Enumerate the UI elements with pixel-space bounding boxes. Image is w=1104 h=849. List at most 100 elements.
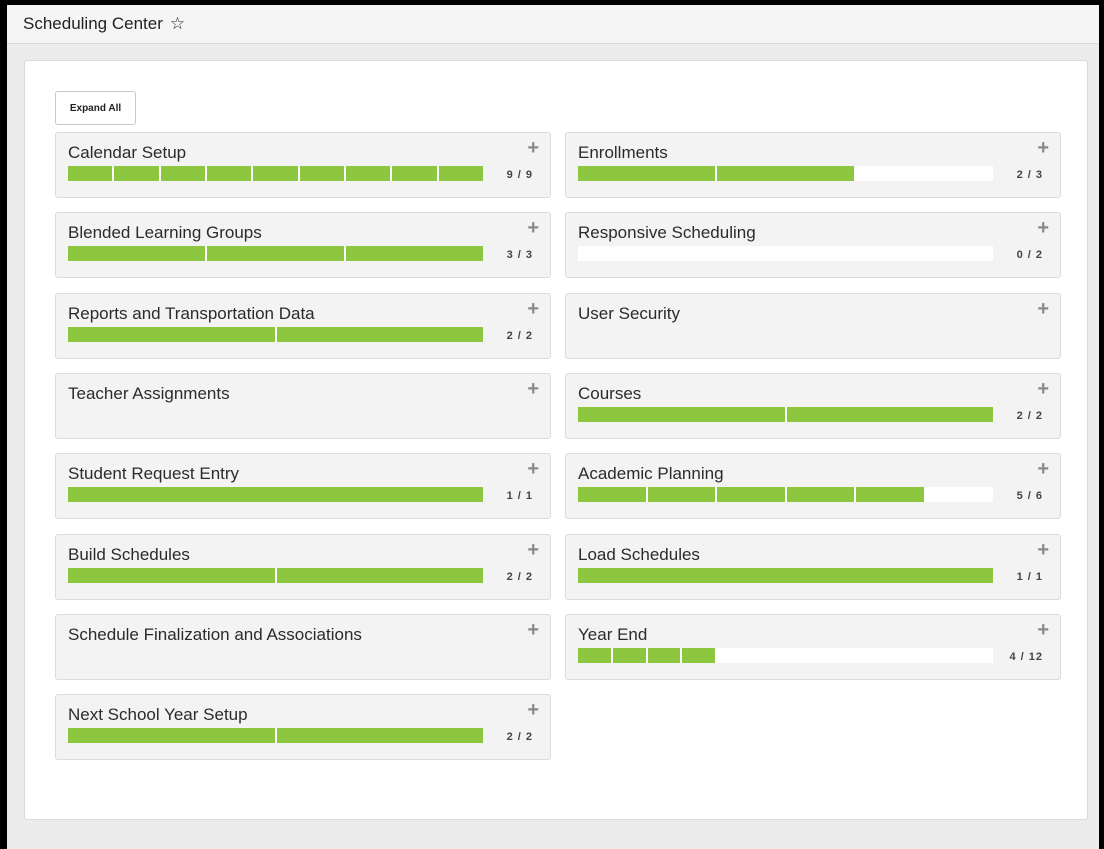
progress-segment	[343, 166, 391, 181]
progress-segment	[344, 246, 483, 261]
plus-icon[interactable]: +	[527, 619, 539, 641]
card-academic-planning[interactable]: Academic Planning +5 / 6	[565, 453, 1061, 519]
page-header: Scheduling Center ☆	[7, 5, 1099, 44]
card-title: Academic Planning	[578, 464, 724, 483]
progress-segment	[958, 648, 993, 663]
card-user-security[interactable]: User Security +	[565, 293, 1061, 359]
progress-count: 9 / 9	[506, 169, 533, 181]
card-teacher-assignments[interactable]: Teacher Assignments +	[55, 373, 551, 439]
app-window: Scheduling Center ☆ Expand All Calendar …	[0, 0, 1104, 849]
progress-count: 1 / 1	[1016, 571, 1043, 583]
plus-icon[interactable]: +	[527, 378, 539, 400]
scheduling-panel: Expand All Calendar Setup +9 / 9 Enrollmen…	[24, 60, 1088, 820]
progress-count: 2 / 2	[506, 330, 533, 342]
plus-icon[interactable]: +	[1037, 539, 1049, 561]
card-title: Blended Learning Groups	[68, 223, 262, 242]
progress-segment	[645, 648, 681, 663]
card-year-end[interactable]: Year End +4 / 12	[565, 614, 1061, 680]
progress-segment	[578, 487, 646, 502]
progress-segment	[888, 648, 924, 663]
progress-segment	[715, 166, 854, 181]
plus-icon[interactable]: +	[527, 539, 539, 561]
card-schedule-finalization-and-associations[interactable]: Schedule Finalization and Associations +	[55, 614, 551, 680]
progress-count: 2 / 2	[506, 731, 533, 743]
progress-segment	[251, 166, 298, 181]
progress-segment	[68, 728, 275, 743]
progress-segment	[436, 166, 483, 181]
card-next-school-year-setup[interactable]: Next School Year Setup +2 / 2	[55, 694, 551, 760]
progress-segment	[923, 487, 993, 502]
card-title: Courses	[578, 384, 642, 403]
expand-all-button[interactable]: Expand All	[55, 91, 136, 125]
progress-segment	[68, 246, 205, 261]
progress-segment	[274, 728, 483, 743]
plus-icon[interactable]: +	[1037, 458, 1049, 480]
progress-segment	[274, 568, 483, 583]
card-title: Next School Year Setup	[68, 705, 248, 724]
card-blended-learning-groups[interactable]: Blended Learning Groups +3 / 3	[55, 212, 551, 278]
progress-segment	[158, 166, 205, 181]
plus-icon[interactable]: +	[527, 137, 539, 159]
plus-icon[interactable]: +	[527, 217, 539, 239]
card-title: Student Request Entry	[68, 464, 240, 483]
plus-icon[interactable]: +	[527, 298, 539, 320]
progress-count: 3 / 3	[506, 249, 533, 261]
card-title: Calendar Setup	[68, 143, 187, 162]
progress-bar	[578, 568, 993, 583]
progress-segment	[68, 327, 275, 342]
card-title: Enrollments	[578, 143, 668, 162]
plus-icon[interactable]: +	[1037, 378, 1049, 400]
plus-icon[interactable]: +	[527, 699, 539, 721]
progress-segment	[645, 487, 715, 502]
progress-segment	[715, 648, 750, 663]
progress-count: 2 / 3	[1016, 169, 1043, 181]
progress-segment	[784, 487, 854, 502]
progress-segment	[610, 648, 646, 663]
progress-segment	[112, 166, 159, 181]
plus-icon[interactable]: +	[1037, 137, 1049, 159]
progress-bar	[68, 166, 483, 181]
card-load-schedules[interactable]: Load Schedules +1 / 1	[565, 534, 1061, 600]
card-enrollments[interactable]: Enrollments +2 / 3	[565, 132, 1061, 198]
progress-segment	[819, 648, 854, 663]
progress-bar	[68, 568, 483, 583]
card-title: Build Schedules	[68, 545, 190, 564]
plus-icon[interactable]: +	[1037, 619, 1049, 641]
card-student-request-entry[interactable]: Student Request Entry +1 / 1	[55, 453, 551, 519]
card-reports-and-transportation-data[interactable]: Reports and Transportation Data +2 / 2	[55, 293, 551, 359]
progress-segment	[205, 246, 344, 261]
progress-segment	[749, 648, 785, 663]
plus-icon[interactable]: +	[1037, 298, 1049, 320]
progress-bar	[68, 728, 483, 743]
progress-segment	[68, 166, 113, 181]
progress-segment	[390, 166, 437, 181]
card-calendar-setup[interactable]: Calendar Setup +9 / 9	[55, 132, 551, 198]
progress-segment	[578, 407, 785, 422]
progress-bar	[578, 487, 993, 502]
progress-bar	[68, 246, 483, 261]
progress-segment	[715, 487, 785, 502]
progress-bar	[578, 648, 993, 663]
plus-icon[interactable]: +	[1037, 217, 1049, 239]
card-responsive-scheduling[interactable]: Responsive Scheduling +0 / 2	[565, 212, 1061, 278]
progress-segment	[578, 568, 993, 583]
progress-segment	[854, 648, 889, 663]
progress-segment	[274, 327, 483, 342]
progress-count: 2 / 2	[1016, 410, 1043, 422]
card-title: Responsive Scheduling	[578, 223, 756, 242]
progress-segment	[68, 568, 275, 583]
progress-count: 1 / 1	[506, 490, 533, 502]
card-build-schedules[interactable]: Build Schedules +2 / 2	[55, 534, 551, 600]
card-title: Teacher Assignments	[68, 384, 230, 403]
progress-segment	[854, 487, 924, 502]
progress-count: 4 / 12	[1009, 651, 1043, 663]
progress-bar	[578, 166, 993, 181]
progress-segment	[680, 648, 715, 663]
page-title: Scheduling Center	[23, 14, 163, 33]
star-icon[interactable]: ☆	[170, 14, 185, 34]
plus-icon[interactable]: +	[527, 458, 539, 480]
card-title: Schedule Finalization and Associations	[68, 625, 362, 644]
card-courses[interactable]: Courses +2 / 2	[565, 373, 1061, 439]
progress-bar	[578, 407, 993, 422]
progress-segment	[923, 648, 959, 663]
